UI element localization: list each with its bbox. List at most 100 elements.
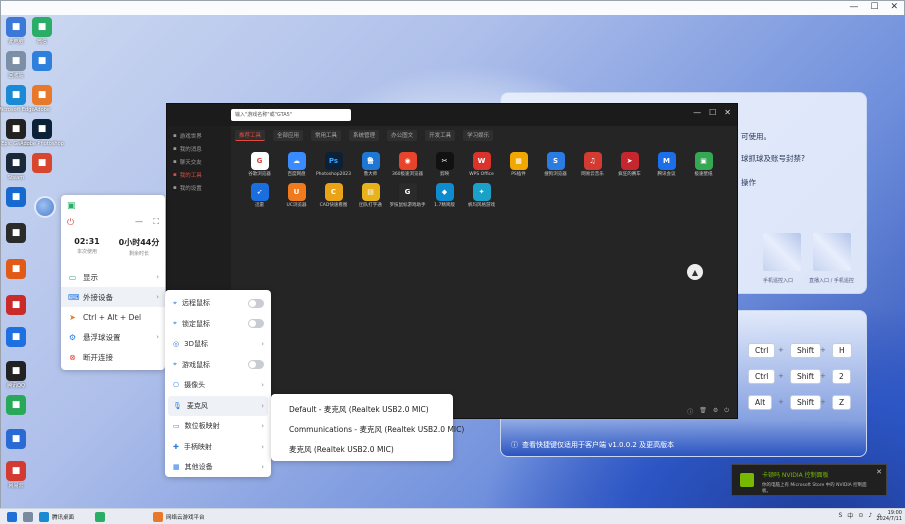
info-icon[interactable]: ⓘ bbox=[687, 407, 693, 416]
minimize-icon[interactable]: — bbox=[849, 2, 858, 12]
fullscreen-icon[interactable]: ⛶ bbox=[153, 217, 159, 227]
app-tile[interactable]: ➶ 迅雷 bbox=[241, 183, 278, 208]
toggle-switch[interactable] bbox=[248, 298, 264, 308]
device-submenu-item[interactable]: ◎ 3D鼠标 › bbox=[168, 334, 268, 354]
power-icon[interactable]: ⏻ bbox=[67, 218, 74, 228]
app-search-input[interactable]: 输入"游戏名称"或"GTA5" bbox=[231, 109, 351, 121]
device-submenu-item[interactable]: ⌖ 远程鼠标 bbox=[168, 293, 268, 313]
close-icon[interactable]: ✕ bbox=[724, 108, 731, 117]
screen-icon[interactable]: ▣ bbox=[67, 201, 76, 211]
tablet-icon: ▭ bbox=[173, 422, 180, 430]
app-tile[interactable]: 鲁鲁大师 bbox=[352, 152, 389, 177]
device-submenu-item[interactable]: ▦ 其他设备 › bbox=[168, 457, 268, 477]
desktop-icon[interactable]: ■ bbox=[1, 295, 31, 315]
notification-close-icon[interactable]: ✕ bbox=[876, 468, 882, 476]
desktop-icon[interactable]: ■ bbox=[1, 187, 31, 207]
mic-option-default[interactable]: Default - 麦克风 (Realtek USB2.0 MIC) bbox=[289, 404, 429, 415]
mic-option-realtek[interactable]: 麦克风 (Realtek USB2.0 MIC) bbox=[289, 444, 394, 455]
desktop-icon[interactable]: ■ bbox=[27, 153, 57, 173]
desktop-icon[interactable]: ■ Adobe bbox=[27, 85, 57, 113]
nvidia-icon bbox=[740, 473, 754, 487]
mountain-icon[interactable]: ▲ bbox=[687, 264, 703, 280]
minimize-icon[interactable]: — bbox=[135, 217, 143, 226]
app-tile[interactable]: ☁ 百度网盘 bbox=[278, 152, 315, 177]
tray-icon[interactable]: S bbox=[838, 512, 842, 519]
app-tile[interactable]: ▤ 团队打字通 bbox=[352, 183, 389, 208]
app-tile[interactable]: ▣ 极速壁纸 bbox=[685, 152, 722, 177]
sidebar-item[interactable]: ▪ 我的消息 bbox=[167, 142, 231, 155]
app-tile[interactable]: M 腾讯会议 bbox=[648, 152, 685, 177]
toggle-switch[interactable] bbox=[248, 360, 264, 369]
taskbar-item[interactable] bbox=[4, 511, 20, 523]
device-submenu-item[interactable]: ✚ 手柄映射 › bbox=[168, 437, 268, 457]
close-icon[interactable]: ✕ bbox=[890, 2, 898, 12]
app-tile[interactable]: ◆ 1.7精简版 bbox=[426, 183, 463, 208]
sidebar-item[interactable]: ▪ 聊天交友 bbox=[167, 155, 231, 168]
app-tile[interactable]: S 搜狗浏览器 bbox=[537, 152, 574, 177]
desktop-icon-label: 腾讯QQ bbox=[7, 383, 25, 389]
trash-icon[interactable]: 🗑 bbox=[699, 407, 707, 416]
desktop-icon[interactable]: ■ 微信 bbox=[27, 17, 57, 45]
device-submenu-item[interactable]: ⌖ 游戏鼠标 bbox=[168, 355, 268, 375]
nvidia-notification[interactable]: 卡顿吗 NVIDIA 控制面板 你的电脑上有 Microsoft Store 中… bbox=[731, 464, 887, 496]
taskbar-item[interactable] bbox=[20, 511, 36, 523]
device-submenu-item[interactable]: ▭ 数位板映射 › bbox=[168, 416, 268, 436]
toggle-switch[interactable] bbox=[248, 319, 264, 328]
ball-menu-item[interactable]: ▭ 显示 › bbox=[61, 267, 165, 287]
desktop-icon[interactable]: ■ bbox=[1, 259, 31, 279]
app-tile[interactable]: ♫ 网易云音乐 bbox=[574, 152, 611, 177]
floating-ball[interactable] bbox=[34, 196, 56, 218]
clock[interactable]: 19:00 2024/7/11 bbox=[876, 510, 902, 522]
device-submenu-item[interactable]: 🎙 麦克风 › bbox=[168, 395, 268, 416]
mic-option-communications[interactable]: Communications - 麦克风 (Realtek USB2.0 MIC… bbox=[289, 424, 464, 435]
app-tile[interactable]: Ps Photoshop2023 bbox=[315, 152, 352, 177]
desktop-icon[interactable]: ■ bbox=[1, 429, 31, 449]
tray-icon[interactable]: ⊙ bbox=[858, 512, 863, 519]
tray-icon[interactable]: ♪ bbox=[868, 512, 872, 519]
device-submenu-item[interactable]: ⌖ 锁定鼠标 bbox=[168, 314, 268, 334]
maximize-icon[interactable]: ☐ bbox=[870, 2, 878, 12]
app-tab[interactable]: 全部应用 bbox=[273, 130, 304, 141]
desktop-icon[interactable]: ■ 腾讯QQ bbox=[1, 361, 31, 389]
taskbar-item[interactable] bbox=[92, 511, 108, 523]
app-tile[interactable]: G 罗技鼠标游戏助手 bbox=[389, 183, 426, 208]
app-tile[interactable]: W WPS Office bbox=[463, 152, 500, 177]
app-tile[interactable]: ➤ 疯狂的赛车 bbox=[611, 152, 648, 177]
maximize-icon[interactable]: ☐ bbox=[709, 108, 716, 117]
app-tab[interactable]: 学习娱乐 bbox=[463, 130, 494, 141]
device-submenu-item[interactable]: ⎔ 摄像头 › bbox=[168, 375, 268, 395]
app-tile[interactable]: ◉ 360极速浏览器 bbox=[389, 152, 426, 177]
desktop-icon[interactable]: ■ bbox=[1, 395, 31, 415]
app-tile[interactable]: ✦ 帆玛风格游戏 bbox=[463, 183, 500, 208]
app-tile[interactable]: U UC浏览器 bbox=[278, 183, 315, 208]
ball-menu-item[interactable]: ➤ Ctrl + Alt + Del bbox=[61, 307, 165, 327]
app-tabs: 推荐工具 全部应用 常用工具 系统管理 办公图文 开发工具 学习娱乐 bbox=[235, 130, 494, 141]
desktop-icon[interactable]: ■ bbox=[27, 51, 57, 71]
minimize-icon[interactable]: — bbox=[693, 108, 701, 117]
app-tab[interactable]: 推荐工具 bbox=[235, 130, 266, 141]
taskbar-app-icon bbox=[95, 512, 105, 522]
ball-menu-item[interactable]: ⚙ 悬浮球设置 › bbox=[61, 327, 165, 347]
app-tile[interactable]: ✂ 剪映 bbox=[426, 152, 463, 177]
taskbar-item[interactable]: 腾讯桌面 bbox=[36, 511, 77, 523]
sidebar-item[interactable]: ▪ 游戏世界 bbox=[167, 129, 231, 142]
tray-icon[interactable]: 中 bbox=[847, 511, 853, 520]
app-tab[interactable]: 开发工具 bbox=[425, 130, 456, 141]
app-tile[interactable]: C CAD快速看图 bbox=[315, 183, 352, 208]
power-icon[interactable]: ⏻ bbox=[724, 407, 729, 416]
app-tile[interactable]: G 谷歌浏览器 bbox=[241, 152, 278, 177]
taskbar-item[interactable]: 网络云游戏平台 bbox=[150, 511, 208, 523]
desktop-icon[interactable]: ■ bbox=[1, 327, 31, 347]
settings-icon[interactable]: ⚙ bbox=[713, 407, 718, 416]
desktop-icon[interactable]: ■ Adobe Photoshop bbox=[20, 119, 64, 147]
app-tab[interactable]: 系统管理 bbox=[349, 130, 380, 141]
desktop-icon[interactable]: ■ bbox=[1, 223, 31, 243]
ball-menu-item[interactable]: ⊗ 断开连接 bbox=[61, 347, 165, 367]
sidebar-item[interactable]: ▪ 我的设置 bbox=[167, 181, 231, 194]
ball-menu-item[interactable]: ⌨ 外接设备 › bbox=[61, 287, 165, 307]
app-tile[interactable]: ▦ PS插件 bbox=[500, 152, 537, 177]
app-tab[interactable]: 办公图文 bbox=[387, 130, 418, 141]
app-tab[interactable]: 常用工具 bbox=[311, 130, 342, 141]
sidebar-item[interactable]: ▪ 我的工具 bbox=[167, 168, 231, 181]
desktop-icon[interactable]: ■ 网易云 bbox=[1, 461, 31, 489]
